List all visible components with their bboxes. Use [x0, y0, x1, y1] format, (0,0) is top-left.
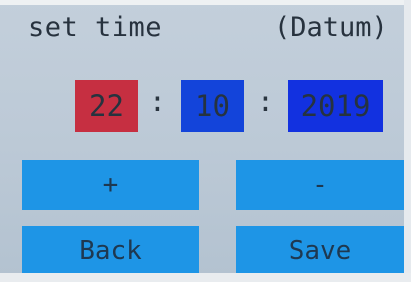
back-button[interactable]: Back	[22, 226, 199, 276]
month-field[interactable]: 10	[181, 80, 244, 132]
date-separator: :	[257, 85, 274, 118]
screen-bezel-right	[404, 0, 411, 282]
page-title: set time	[28, 12, 163, 43]
year-field[interactable]: 2019	[288, 80, 383, 132]
day-field[interactable]: 22	[75, 80, 138, 132]
screen-bezel-bottom	[0, 273, 411, 282]
save-button[interactable]: Save	[236, 226, 404, 276]
increment-button[interactable]: +	[22, 160, 199, 210]
touch-screen: set time (Datum) 22 : 10 : 2019 + - Back…	[0, 0, 411, 282]
page-subtitle: (Datum)	[274, 12, 388, 43]
screen-bezel-top	[0, 0, 411, 5]
decrement-button[interactable]: -	[236, 160, 404, 210]
date-separator: :	[149, 85, 166, 118]
